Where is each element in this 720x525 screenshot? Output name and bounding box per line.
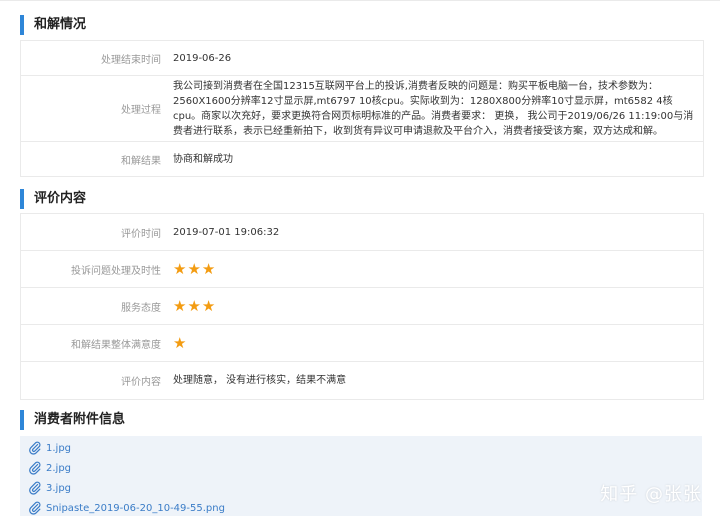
table-row: 评价内容 处理随意， 没有进行核实，结果不满意 xyxy=(21,362,703,400)
attachments-section-title: 消费者附件信息 xyxy=(20,410,125,430)
star-icon: ★ xyxy=(187,296,201,315)
eval-time-value: 2019-07-01 19:06:32 xyxy=(173,226,280,238)
overall-satisfaction-label: 和解结果整体满意度 xyxy=(71,339,161,351)
table-row: 处理结束时间 2019-06-26 xyxy=(21,41,703,76)
attachment-link[interactable]: 1.jpg xyxy=(20,438,702,458)
process-label: 处理过程 xyxy=(121,105,161,116)
timeliness-label: 投诉问题处理及时性 xyxy=(71,265,161,277)
table-row: 服务态度 ★ ★ ★ xyxy=(21,288,703,325)
star-icon: ★ xyxy=(201,296,216,315)
eval-content-value: 处理随意， 没有进行核实，结果不满意 xyxy=(173,375,347,386)
star-icon: ★ xyxy=(173,333,187,352)
attachment-filename[interactable]: 1.jpg xyxy=(46,443,71,454)
result-label: 和解结果 xyxy=(121,155,161,167)
settlement-section-title: 和解情况 xyxy=(20,15,86,35)
service-attitude-stars: ★ ★ ★ xyxy=(173,296,216,315)
end-time-label: 处理结束时间 xyxy=(101,54,161,66)
attachment-filename[interactable]: 3.jpg xyxy=(46,483,71,494)
table-row: 投诉问题处理及时性 ★ ★ ★ xyxy=(21,251,703,288)
paperclip-icon xyxy=(29,481,41,495)
attachment-filename[interactable]: Snipaste_2019-06-20_10-49-55.png xyxy=(46,503,225,514)
paperclip-icon xyxy=(29,441,41,455)
evaluation-table: 评价时间 2019-07-01 19:06:32 投诉问题处理及时性 ★ ★ ★ 服… xyxy=(20,213,704,400)
service-attitude-label: 服务态度 xyxy=(121,302,161,314)
star-icon: ★ xyxy=(173,296,187,315)
table-row: 处理过程 我公司接到消费者在全国12315互联网平台上的投诉,消费者反映的问题是… xyxy=(21,76,703,142)
timeliness-stars: ★ ★ ★ xyxy=(173,259,216,278)
star-icon: ★ xyxy=(173,259,187,278)
evaluation-section-title: 评价内容 xyxy=(20,189,86,209)
table-row: 和解结果整体满意度 ★ xyxy=(21,325,703,362)
overall-satisfaction-stars: ★ xyxy=(173,333,187,352)
eval-time-label: 评价时间 xyxy=(121,228,161,240)
zhihu-watermark: 知乎 @张张 xyxy=(600,484,702,505)
eval-content-label: 评价内容 xyxy=(121,377,161,388)
paperclip-icon xyxy=(29,461,41,475)
top-divider xyxy=(0,0,720,1)
star-icon: ★ xyxy=(201,259,216,278)
star-icon: ★ xyxy=(187,259,201,278)
attachment-link[interactable]: 2.jpg xyxy=(20,458,702,478)
attachment-filename[interactable]: 2.jpg xyxy=(46,463,71,474)
table-row: 和解结果 协商和解成功 xyxy=(21,142,703,177)
process-value: 我公司接到消费者在全国12315互联网平台上的投诉,消费者反映的问题是：购买平板… xyxy=(173,80,694,137)
paperclip-icon xyxy=(29,501,41,515)
end-time-value: 2019-06-26 xyxy=(173,52,232,64)
result-value: 协商和解成功 xyxy=(173,153,233,165)
table-row: 评价时间 2019-07-01 19:06:32 xyxy=(21,214,703,251)
settlement-table: 处理结束时间 2019-06-26 处理过程 我公司接到消费者在全国12315互… xyxy=(20,40,704,177)
